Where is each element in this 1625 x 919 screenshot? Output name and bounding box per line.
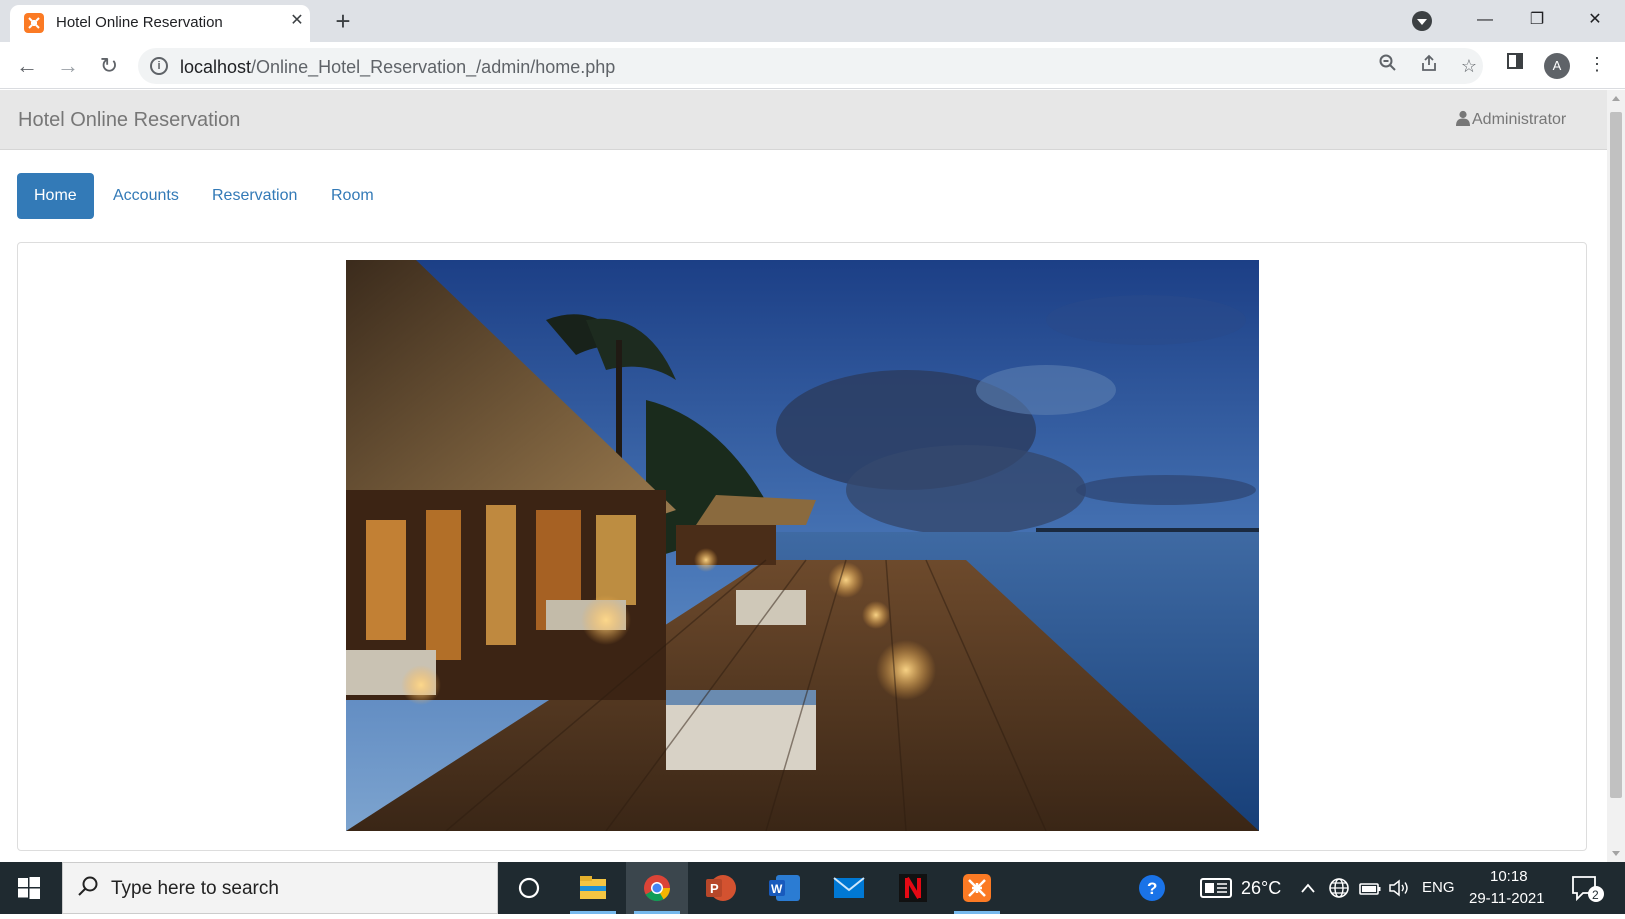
chrome-icon[interactable] [626, 862, 688, 914]
menu-kebab-icon[interactable]: ⋮ [1585, 52, 1609, 76]
reload-icon[interactable]: ↻ [95, 52, 123, 80]
cortana-icon[interactable] [498, 862, 560, 914]
netflix-icon[interactable] [882, 862, 944, 914]
weather-news-icon[interactable] [1200, 876, 1232, 906]
scroll-down-arrow-icon[interactable] [1612, 851, 1620, 856]
xampp-favicon-icon [24, 13, 44, 33]
zoom-icon[interactable] [1376, 54, 1400, 78]
input-language[interactable]: ENG [1422, 879, 1455, 896]
page-viewport: Hotel Online Reservation Administrator H… [0, 90, 1607, 862]
share-icon[interactable] [1417, 54, 1441, 78]
tab-search-icon[interactable] [1412, 11, 1432, 31]
content-panel [17, 242, 1587, 851]
browser-tab[interactable]: Hotel Online Reservation ✕ [10, 5, 310, 42]
tab-close-icon[interactable]: ✕ [287, 11, 307, 31]
url-text: localhost/Online_Hotel_Reservation_/admi… [180, 57, 616, 77]
minimize-icon[interactable]: — [1462, 6, 1508, 34]
mail-icon[interactable] [818, 862, 880, 914]
nav-home[interactable]: Home [17, 173, 94, 219]
powerpoint-icon[interactable]: P [690, 862, 752, 914]
temperature-text[interactable]: 26°C [1241, 878, 1281, 899]
forward-icon[interactable]: → [54, 52, 82, 80]
file-explorer-icon[interactable] [562, 862, 624, 914]
word-icon[interactable]: W [754, 862, 816, 914]
side-panel-icon[interactable] [1503, 52, 1527, 76]
taskbar-search-box[interactable]: Type here to search [62, 862, 498, 914]
svg-text:?: ? [1147, 879, 1157, 898]
profile-avatar[interactable]: A [1544, 53, 1570, 79]
tab-title: Hotel Online Reservation [56, 14, 223, 31]
scroll-up-arrow-icon[interactable] [1612, 96, 1620, 101]
network-globe-icon[interactable] [1328, 876, 1350, 906]
user-icon [1456, 110, 1470, 126]
new-tab-icon[interactable]: + [330, 8, 356, 34]
window-close-icon[interactable]: ✕ [1572, 6, 1618, 34]
svg-text:P: P [710, 881, 719, 896]
nav-reservation[interactable]: Reservation [195, 173, 314, 219]
address-bar[interactable]: i localhost/Online_Hotel_Reservation_/ad… [138, 48, 1483, 84]
clock-date[interactable]: 29-11-2021 [1469, 890, 1545, 907]
battery-icon[interactable] [1358, 876, 1382, 906]
user-name: Administrator [1472, 111, 1567, 128]
scroll-thumb[interactable] [1610, 112, 1622, 798]
back-icon[interactable]: ← [13, 52, 41, 80]
windows-taskbar: Type here to search P W ? 26°C ENG 10:18… [0, 862, 1625, 914]
notification-count: 2 [1592, 888, 1599, 902]
vertical-scrollbar[interactable] [1607, 90, 1625, 862]
search-placeholder: Type here to search [111, 878, 279, 899]
navbar-brand[interactable]: Hotel Online Reservation [18, 109, 240, 132]
search-icon [77, 875, 99, 903]
bookmark-star-icon[interactable]: ☆ [1457, 54, 1481, 78]
nav-room[interactable]: Room [314, 173, 391, 219]
hotel-resort-photo [346, 260, 1259, 831]
show-hidden-icons-chevron-up-icon[interactable] [1300, 876, 1316, 906]
windows-start-icon[interactable] [18, 877, 40, 904]
top-navbar: Hotel Online Reservation Administrator [0, 90, 1607, 150]
notification-center-icon[interactable]: 2 [1571, 874, 1605, 910]
volume-icon[interactable] [1387, 876, 1411, 906]
svg-text:W: W [771, 882, 783, 896]
user-menu[interactable]: Administrator [1456, 110, 1566, 129]
nav-accounts[interactable]: Accounts [96, 173, 196, 219]
xampp-icon[interactable] [946, 862, 1008, 914]
help-icon[interactable]: ? [1138, 874, 1166, 908]
clock-time[interactable]: 10:18 [1490, 868, 1528, 885]
site-info-icon[interactable]: i [150, 57, 168, 75]
restore-icon[interactable]: ❐ [1514, 6, 1560, 34]
browser-toolbar: ← → ↻ i localhost/Online_Hotel_Reservati… [0, 42, 1625, 89]
browser-tabstrip: Hotel Online Reservation ✕ + — ❐ ✕ [0, 0, 1625, 42]
